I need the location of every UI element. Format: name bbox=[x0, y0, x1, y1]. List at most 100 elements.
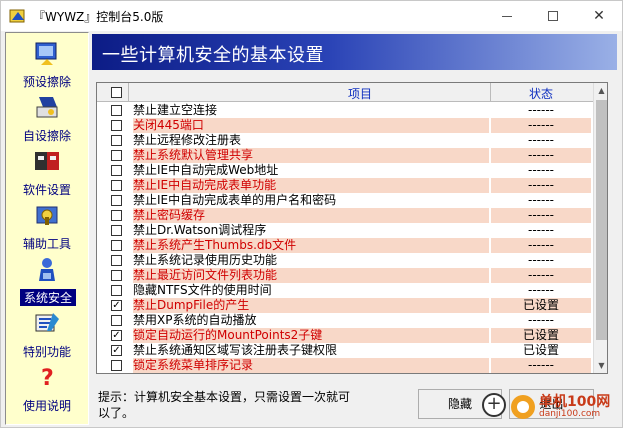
close-button[interactable]: ✕ bbox=[576, 1, 622, 31]
minimize-icon bbox=[502, 15, 512, 17]
column-header-status[interactable]: 状态 bbox=[491, 85, 591, 102]
maximize-button[interactable] bbox=[530, 1, 576, 31]
select-all-cell bbox=[97, 83, 129, 102]
row-checkbox[interactable] bbox=[111, 195, 122, 206]
tools-icon bbox=[36, 206, 58, 225]
row-checkbox[interactable]: ✓ bbox=[111, 330, 122, 341]
scroll-up-icon[interactable]: ▲ bbox=[594, 83, 607, 98]
row-checkbox[interactable] bbox=[111, 225, 122, 236]
list-item[interactable]: 禁止最近访问文件列表功能 ------ bbox=[97, 268, 593, 283]
list-item[interactable]: 禁止IE中自动完成表单功能 ------ bbox=[97, 178, 593, 193]
watermark-logo: 单机100网 danji100.com bbox=[509, 391, 619, 425]
list-item[interactable]: 禁止系统记录使用历史功能 ------ bbox=[97, 253, 593, 268]
row-checkbox[interactable] bbox=[111, 180, 122, 191]
row-checkbox[interactable] bbox=[111, 120, 122, 131]
list-item[interactable]: 禁止IE中自动完成表单的用户名和密码 ------ bbox=[97, 193, 593, 208]
row-label: 禁止系统记录使用历史功能 bbox=[133, 253, 278, 267]
title-bar[interactable]: 『WYWZ』控制台5.0版 ✕ bbox=[1, 1, 622, 31]
row-label: 禁止系统产生Thumbs.db文件 bbox=[133, 238, 489, 253]
row-status: ------ bbox=[528, 133, 554, 147]
plus-circle-icon: + bbox=[482, 393, 506, 417]
row-checkbox[interactable] bbox=[111, 135, 122, 146]
row-checkbox[interactable]: ✓ bbox=[111, 300, 122, 311]
row-status: 已设置 bbox=[491, 328, 591, 343]
maximize-icon bbox=[548, 11, 558, 21]
vertical-scrollbar[interactable]: ▲ ▼ bbox=[593, 83, 607, 373]
sidebar-item-label: 软件设置 bbox=[22, 183, 71, 197]
row-checkbox[interactable] bbox=[111, 360, 122, 371]
list-item[interactable]: ✓ 禁止系统通知区域写该注册表子键权限 已设置 bbox=[97, 343, 593, 358]
row-label: 禁止IE中自动完成表单功能 bbox=[133, 178, 489, 193]
row-checkbox[interactable] bbox=[111, 165, 122, 176]
list-item[interactable]: ✓ 锁定自动运行的MountPoints2子键 已设置 bbox=[97, 328, 593, 343]
row-checkbox[interactable] bbox=[111, 210, 122, 221]
list-item[interactable]: 禁止IE中自动完成Web地址 ------ bbox=[97, 163, 593, 178]
list-item[interactable]: 禁止远程修改注册表 ------ bbox=[97, 133, 593, 148]
row-status: ------ bbox=[491, 118, 591, 133]
row-status: ------ bbox=[528, 103, 554, 117]
row-checkbox[interactable] bbox=[111, 150, 122, 161]
app-icon bbox=[9, 9, 25, 23]
row-label: 隐藏NTFS文件的使用时间 bbox=[133, 283, 272, 297]
list-item[interactable]: 关闭445端口 ------ bbox=[97, 118, 593, 133]
row-checkbox[interactable] bbox=[111, 255, 122, 266]
list-item[interactable]: ✓ 禁止DumpFile的产生 已设置 bbox=[97, 298, 593, 313]
special-functions-icon bbox=[35, 313, 59, 332]
scroll-down-icon[interactable]: ▼ bbox=[594, 358, 607, 373]
list-item[interactable]: 禁用XP系统的自动播放 ------ bbox=[97, 313, 593, 328]
row-status: ------ bbox=[491, 238, 591, 253]
list-item[interactable]: 禁止Dr.Watson调试程序 ------ bbox=[97, 223, 593, 238]
row-status: ------ bbox=[491, 208, 591, 223]
row-checkbox[interactable] bbox=[111, 270, 122, 281]
minimize-button[interactable] bbox=[484, 1, 530, 31]
sidebar-item-help[interactable]: ? 使用说明 bbox=[6, 361, 88, 415]
list-body: 禁止建立空连接 ------ 关闭445端口 ------ 禁止远程修改注册表 -----… bbox=[97, 103, 593, 373]
row-checkbox[interactable] bbox=[111, 105, 122, 116]
row-checkbox[interactable] bbox=[111, 240, 122, 251]
list-item[interactable]: 禁止系统默认管理共享 ------ bbox=[97, 148, 593, 163]
scroll-thumb[interactable] bbox=[596, 100, 607, 340]
list-item[interactable]: 禁止密码缓存 ------ bbox=[97, 208, 593, 223]
row-status: 已设置 bbox=[522, 343, 559, 357]
preset-erase-icon bbox=[35, 42, 57, 65]
sidebar-item-label: 使用说明 bbox=[22, 399, 71, 413]
row-status: ------ bbox=[528, 193, 554, 207]
row-label: 禁止系统通知区域写该注册表子键权限 bbox=[133, 343, 338, 357]
list-item[interactable]: 禁止建立空连接 ------ bbox=[97, 103, 593, 118]
row-checkbox[interactable] bbox=[111, 285, 122, 296]
row-label: 禁止IE中自动完成表单的用户名和密码 bbox=[133, 193, 337, 207]
sidebar-item-label: 特别功能 bbox=[22, 345, 71, 359]
row-status: ------ bbox=[491, 178, 591, 193]
row-status: ------ bbox=[528, 163, 554, 177]
row-label: 禁止远程修改注册表 bbox=[133, 133, 242, 147]
row-label: 锁定自动运行的MountPoints2子键 bbox=[133, 328, 489, 343]
sidebar-item-label: 辅助工具 bbox=[22, 237, 71, 251]
row-label: 锁定系统菜单排序记录 bbox=[133, 358, 489, 373]
row-checkbox[interactable]: ✓ bbox=[111, 345, 122, 356]
sidebar-item-software-settings[interactable]: 软件设置 bbox=[6, 145, 88, 199]
row-label: 禁止DumpFile的产生 bbox=[133, 298, 489, 313]
sidebar-item-preset-erase[interactable]: 预设擦除 bbox=[6, 37, 88, 91]
row-label: 禁止建立空连接 bbox=[133, 103, 218, 117]
row-label: 禁止Dr.Watson调试程序 bbox=[133, 223, 267, 237]
sidebar-item-custom-erase[interactable]: 自设擦除 bbox=[6, 91, 88, 145]
row-label: 禁止IE中自动完成Web地址 bbox=[133, 163, 279, 177]
row-status: ------ bbox=[491, 148, 591, 163]
app-window: 『WYWZ』控制台5.0版 ✕ 预设擦除 自设擦除 软件设置 辅助工具 系统安全… bbox=[0, 0, 623, 428]
row-checkbox[interactable] bbox=[111, 315, 122, 326]
row-status: ------ bbox=[528, 283, 554, 297]
list-header: 项目 状态 bbox=[97, 83, 593, 102]
list-item[interactable]: 锁定系统菜单排序记录 ------ bbox=[97, 358, 593, 373]
sidebar-item-system-security[interactable]: 系统安全 bbox=[6, 253, 88, 307]
sidebar-item-label: 系统安全 bbox=[20, 289, 76, 306]
sidebar-item-special-functions[interactable]: 特别功能 bbox=[6, 307, 88, 361]
row-label: 禁止系统默认管理共享 bbox=[133, 148, 489, 163]
row-label: 禁用XP系统的自动播放 bbox=[133, 313, 257, 327]
sidebar-item-tools[interactable]: 辅助工具 bbox=[6, 199, 88, 253]
svg-text:?: ? bbox=[41, 366, 54, 391]
row-label: 禁止密码缓存 bbox=[133, 208, 489, 223]
row-status: 已设置 bbox=[491, 298, 591, 313]
list-item[interactable]: 隐藏NTFS文件的使用时间 ------ bbox=[97, 283, 593, 298]
select-all-checkbox[interactable] bbox=[111, 87, 122, 98]
list-item[interactable]: 禁止系统产生Thumbs.db文件 ------ bbox=[97, 238, 593, 253]
